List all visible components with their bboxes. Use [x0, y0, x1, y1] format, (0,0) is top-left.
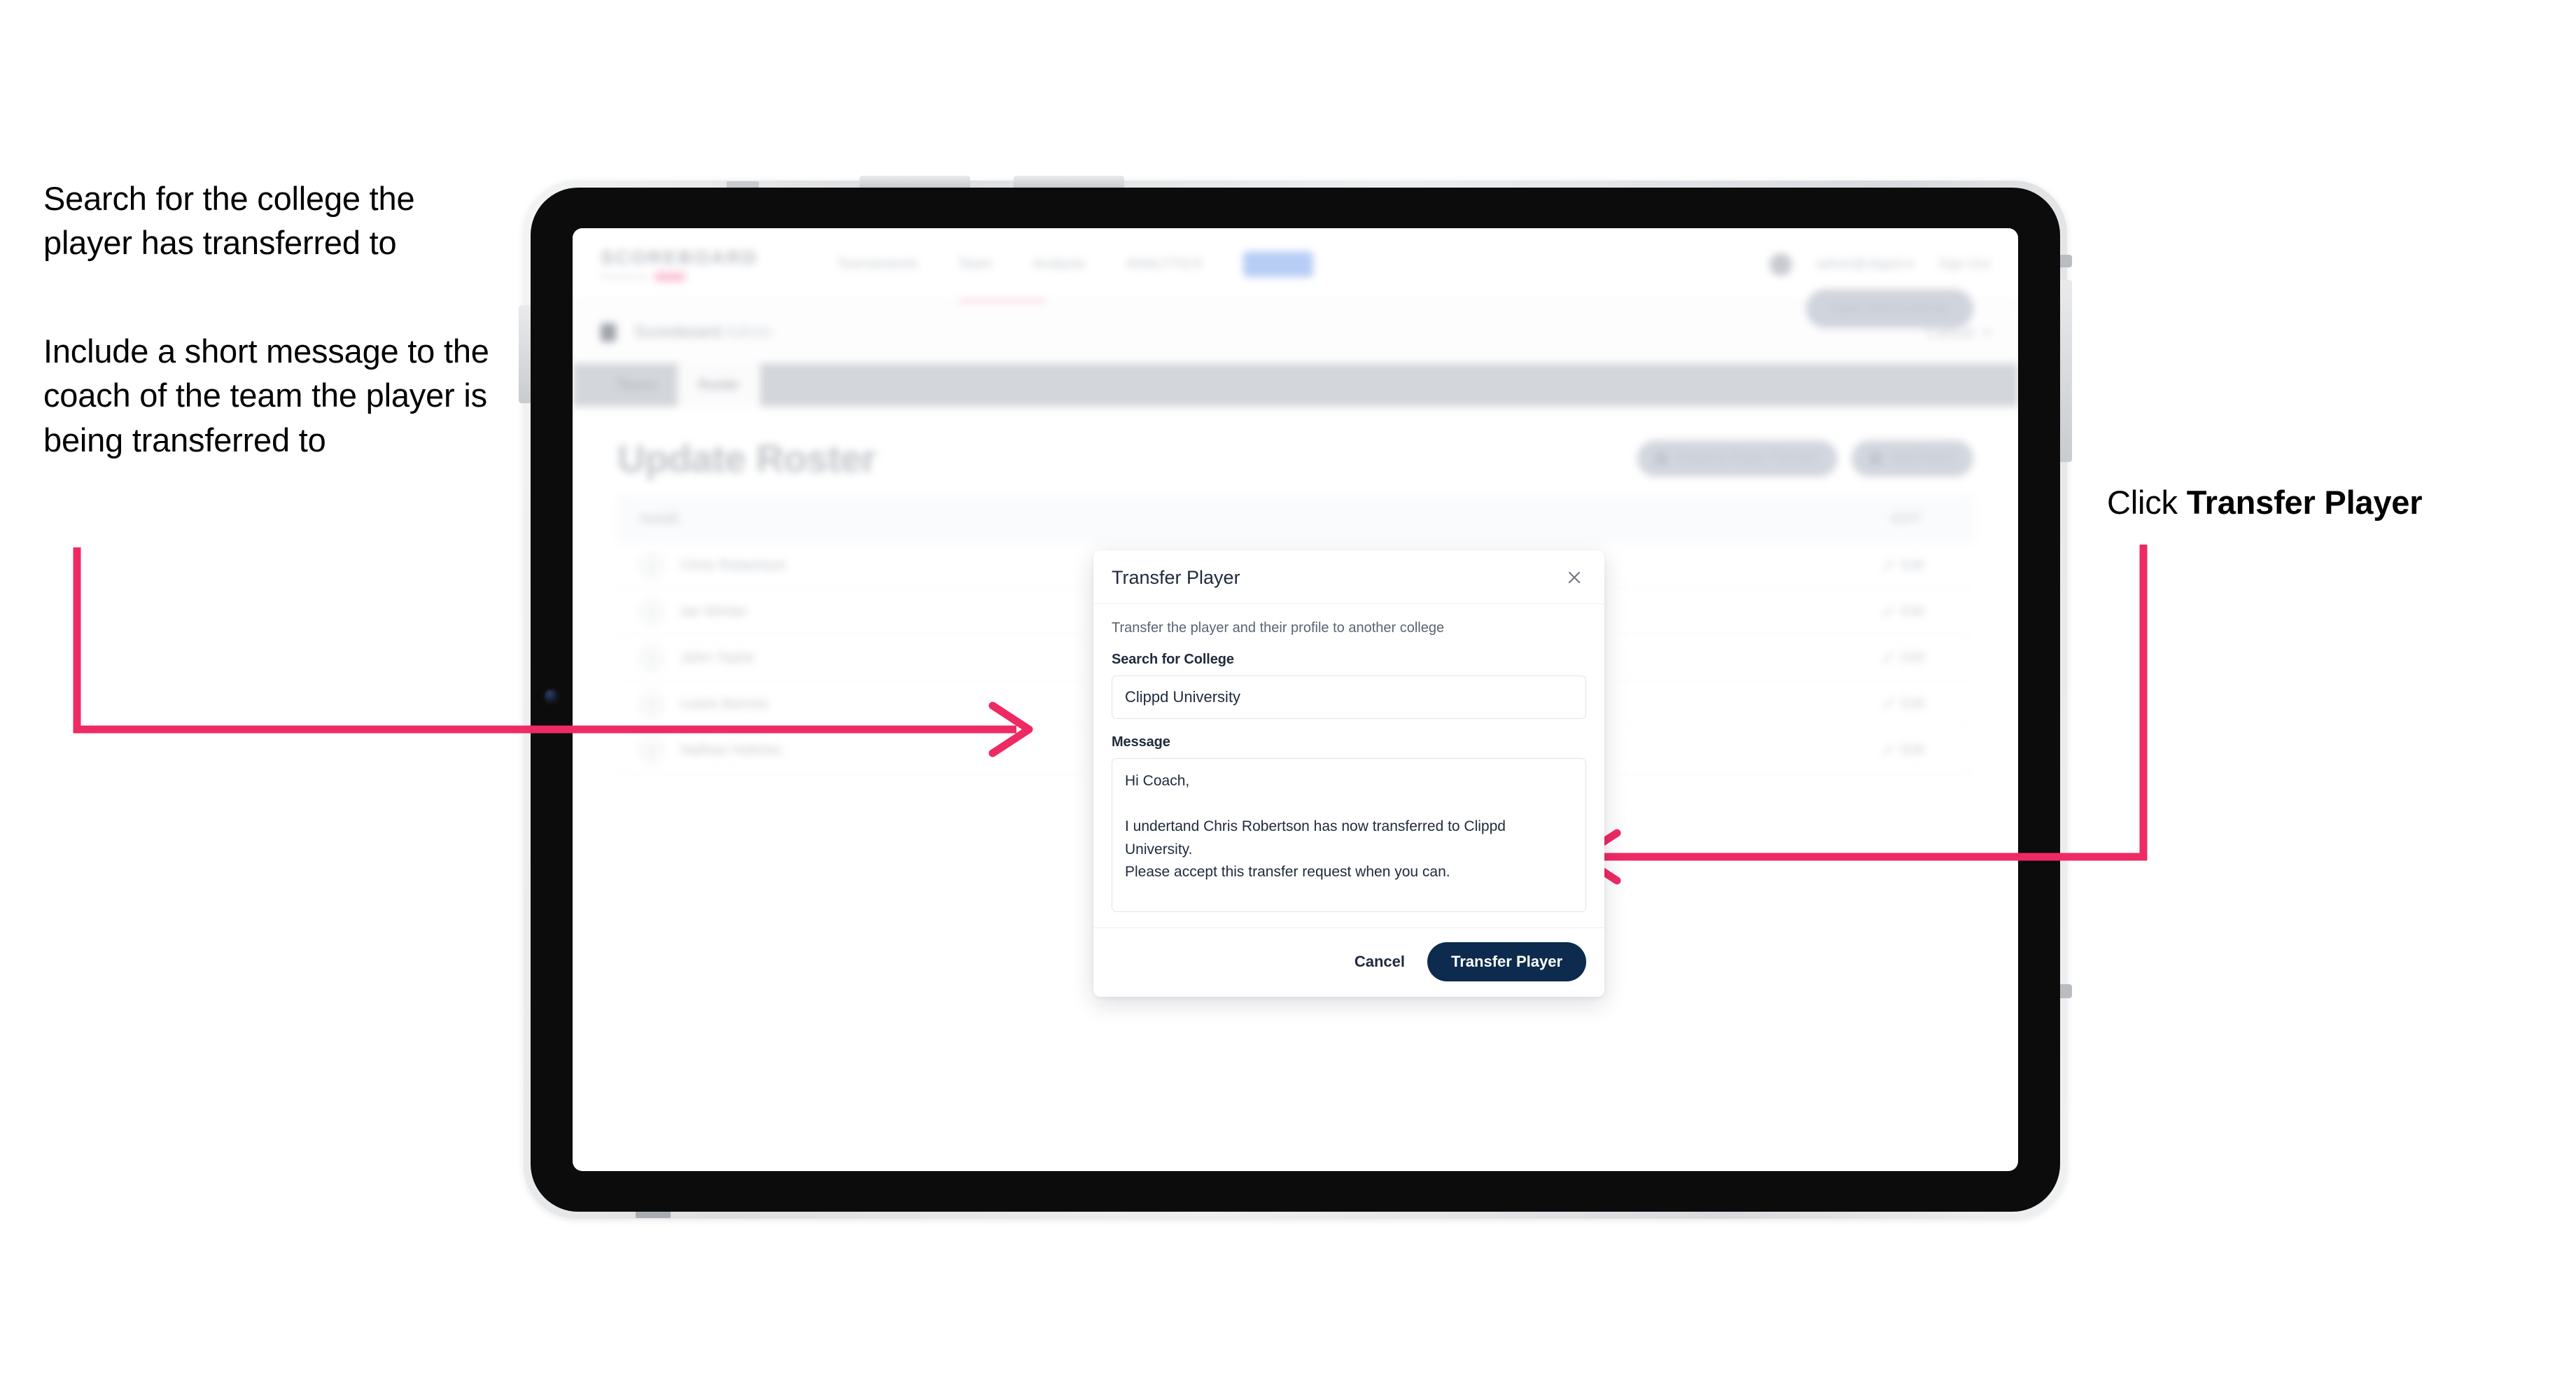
- tablet-screen: SCOREBOARD Powered by Tournaments Team A…: [573, 228, 2018, 1171]
- avatar: [640, 645, 664, 670]
- annotation-click-prefix: Click: [2107, 484, 2187, 521]
- field-spacer: [1112, 719, 1586, 734]
- edit-player-button[interactable]: Edit: [1882, 558, 1924, 573]
- column-header-name: NAME: [640, 511, 680, 527]
- player-name: Lewis Barnes: [680, 695, 769, 712]
- player-name: Nathan Holmes: [680, 741, 782, 758]
- column-header-edit: EDIT: [1891, 512, 1921, 526]
- brand-name: SCOREBOARD: [601, 247, 759, 268]
- page-title: Update Roster: [617, 437, 876, 480]
- tab-teams[interactable]: Teams: [595, 363, 678, 407]
- annotation-search-college: Search for the college the player has tr…: [43, 180, 415, 262]
- save-and-continue-button[interactable]: Save And Continue: [1805, 289, 1973, 328]
- power-button: [2060, 280, 2072, 462]
- annotation-click-transfer-player: Click Transfer Player: [2107, 480, 2541, 524]
- search-college-label: Search for College: [1112, 652, 1234, 667]
- request-player-transfer-label: Request Player Transfer: [1676, 451, 1820, 465]
- dialog-description: Transfer the player and their profile to…: [1112, 620, 1445, 636]
- edit-player-button[interactable]: Edit: [1882, 650, 1924, 666]
- avatar[interactable]: [1770, 253, 1793, 276]
- volume-up-button: [860, 176, 970, 188]
- edit-label: Edit: [1901, 650, 1924, 665]
- breadcrumb-title: Scoreboard Admin: [634, 323, 772, 342]
- tab-bar: Teams Roster: [573, 363, 2018, 407]
- cancel-button[interactable]: Cancel: [1352, 948, 1408, 975]
- app-header: SCOREBOARD Powered by Tournaments Team A…: [573, 228, 2018, 301]
- breadcrumb-title-text: Scoreboard: [634, 323, 722, 342]
- edit-label: Edit: [1901, 696, 1924, 711]
- main-nav: Tournaments Team Analysis ANALYTICS Admi…: [836, 251, 1314, 277]
- request-player-transfer-button[interactable]: Request Player Transfer: [1637, 440, 1838, 477]
- dialog-body: Transfer the player and their profile to…: [1093, 604, 1604, 927]
- avatar: [640, 599, 664, 624]
- annotation-include-message: Include a short message to the coach of …: [43, 332, 489, 458]
- edit-label: Edit: [1901, 557, 1924, 573]
- avatar: [640, 553, 664, 578]
- nav-item-admin[interactable]: Admin: [1242, 251, 1314, 277]
- dialog-footer: Cancel Transfer Player: [1093, 927, 1604, 997]
- antenna-line-top: [727, 181, 759, 188]
- edit-label: Edit: [1901, 742, 1924, 757]
- player-name: Chris Robertson: [680, 556, 787, 573]
- antenna-line-right-top: [2060, 255, 2072, 267]
- transfer-player-button[interactable]: Transfer Player: [1427, 942, 1586, 981]
- nav-item-team[interactable]: Team: [958, 256, 993, 272]
- transfer-icon: [1656, 452, 1668, 465]
- pencil-icon: [1882, 606, 1895, 617]
- pencil-icon: [1882, 744, 1895, 756]
- chevron-down-icon[interactable]: ▾: [1984, 326, 1990, 340]
- avatar: [640, 692, 664, 716]
- antenna-line-right-bottom: [2060, 984, 2072, 998]
- edit-player-button[interactable]: Edit: [1882, 696, 1924, 712]
- pencil-icon: [1882, 698, 1895, 710]
- search-college-input[interactable]: Clippd University: [1112, 676, 1586, 719]
- pencil-icon: [1882, 652, 1895, 664]
- message-textarea[interactable]: Hi Coach, I undertand Chris Robertson ha…: [1112, 758, 1586, 912]
- add-player-button[interactable]: Add Player: [1851, 440, 1973, 477]
- breadcrumb-icon: [601, 323, 616, 342]
- page-actions: Request Player Transfer Add Player: [1637, 440, 1973, 477]
- player-name: John Taylor: [680, 649, 756, 666]
- screenshot-canvas: Search for the college the player has tr…: [0, 0, 2576, 1386]
- sign-out-link[interactable]: Sign Out: [1938, 257, 1990, 272]
- brand-powered-by: Powered by: [601, 272, 649, 281]
- plus-icon: [1870, 452, 1882, 465]
- front-camera-icon: [545, 690, 558, 703]
- dialog-header: Transfer Player: [1093, 550, 1604, 604]
- header-right-group: admin@clippd.io Sign Out: [1770, 253, 1990, 276]
- breadcrumb-suffix: Admin: [724, 323, 773, 342]
- edit-label: Edit: [1901, 603, 1924, 619]
- volume-down-button: [1014, 176, 1124, 188]
- add-player-label: Add Player: [1890, 451, 1955, 465]
- nav-item-analysis[interactable]: Analysis: [1033, 256, 1085, 272]
- close-icon[interactable]: [1562, 566, 1586, 589]
- brand-logo-mark: [654, 272, 686, 281]
- dialog-title: Transfer Player: [1112, 566, 1240, 588]
- nav-item-tournaments[interactable]: Tournaments: [836, 256, 918, 272]
- tab-roster[interactable]: Roster: [678, 363, 760, 407]
- edit-player-button[interactable]: Edit: [1882, 743, 1924, 758]
- edit-player-button[interactable]: Edit: [1882, 604, 1924, 620]
- message-label: Message: [1112, 734, 1170, 750]
- brand-subline: Powered by: [601, 272, 758, 281]
- pencil-icon: [1882, 559, 1895, 571]
- antenna-line-bottom: [636, 1212, 671, 1218]
- account-email: admin@clippd.io: [1816, 256, 1915, 272]
- pencil-dock-strip: [519, 305, 531, 403]
- roster-table-header: NAME EDIT: [617, 496, 1973, 542]
- player-name: Ian Winter: [680, 603, 748, 620]
- tablet-device-frame: SCOREBOARD Powered by Tournaments Team A…: [519, 176, 2072, 1219]
- annotation-click-target: Transfer Player: [2186, 484, 2423, 521]
- nav-item-analytics[interactable]: ANALYTICS: [1126, 256, 1203, 272]
- breadcrumb: Scoreboard Admin Cancel ▾: [573, 302, 2018, 363]
- avatar: [640, 738, 664, 762]
- transfer-player-dialog: Transfer Player Transfer the player and …: [1093, 550, 1604, 997]
- brand-logo[interactable]: SCOREBOARD Powered by: [601, 247, 758, 281]
- tablet-bezel: SCOREBOARD Powered by Tournaments Team A…: [519, 176, 2072, 1218]
